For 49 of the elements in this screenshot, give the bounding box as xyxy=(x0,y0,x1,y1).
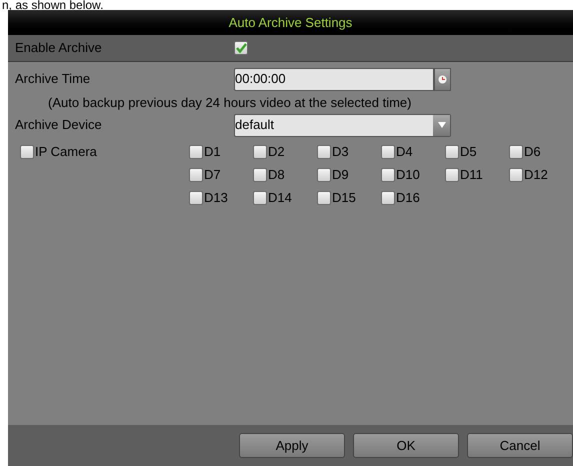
checkbox[interactable] xyxy=(445,144,459,158)
channel-label: D10 xyxy=(396,166,420,184)
channel-label: D6 xyxy=(524,142,541,161)
checkbox[interactable] xyxy=(20,144,34,158)
device-dropdown[interactable]: default xyxy=(234,114,451,136)
dialog-button[interactable]: Cancel xyxy=(467,433,573,458)
hint-text: (Auto backup previous day 24 hours video at the selected time) xyxy=(47,94,412,112)
field-label: Archive Device xyxy=(14,116,103,134)
channel-label: D1 xyxy=(204,142,221,161)
field-label: Archive Time xyxy=(14,70,92,88)
clock-icon xyxy=(438,74,447,84)
channel-label: D16 xyxy=(396,188,420,207)
dropdown-arrow-icon xyxy=(438,122,446,128)
channel-label: D3 xyxy=(332,142,349,161)
field-label: Enable Archive xyxy=(14,39,103,58)
channel-label: D14 xyxy=(268,188,292,207)
checkbox[interactable] xyxy=(381,168,395,182)
checkbox[interactable] xyxy=(253,190,267,204)
channel-label: D12 xyxy=(524,166,548,184)
checkbox[interactable] xyxy=(509,168,523,182)
channel-label: D8 xyxy=(268,166,285,184)
checkbox[interactable] xyxy=(381,144,395,158)
checkbox[interactable] xyxy=(317,190,331,204)
checkbox[interactable] xyxy=(189,168,203,182)
channel-label: D15 xyxy=(332,188,356,207)
channel-label: D11 xyxy=(460,166,483,184)
checkbox[interactable] xyxy=(509,144,523,158)
checkbox[interactable] xyxy=(445,168,459,182)
channel-label: D7 xyxy=(204,166,221,184)
checkbox[interactable] xyxy=(189,144,203,158)
channel-label: D2 xyxy=(268,142,285,161)
channel-label: D5 xyxy=(460,142,477,161)
dialog-button[interactable]: Apply xyxy=(239,433,345,458)
window-title: Auto Archive Settings xyxy=(228,14,352,32)
time-field[interactable]: 00:00:00 xyxy=(234,68,434,90)
checkbox[interactable] xyxy=(317,144,331,158)
checkmark-icon xyxy=(236,43,246,53)
checkbox[interactable] xyxy=(381,190,395,204)
checkbox[interactable] xyxy=(253,168,267,182)
channel-label: D4 xyxy=(396,142,413,161)
channel-label: D13 xyxy=(204,188,228,207)
channel-label: D9 xyxy=(332,166,349,184)
checkbox-label: IP Camera xyxy=(35,142,97,161)
clock-button[interactable] xyxy=(434,68,451,90)
dialog-button[interactable]: OK xyxy=(353,433,459,458)
checkbox[interactable] xyxy=(189,190,203,204)
checkbox[interactable] xyxy=(317,168,331,182)
checkbox[interactable] xyxy=(234,41,248,55)
checkbox[interactable] xyxy=(253,144,267,158)
